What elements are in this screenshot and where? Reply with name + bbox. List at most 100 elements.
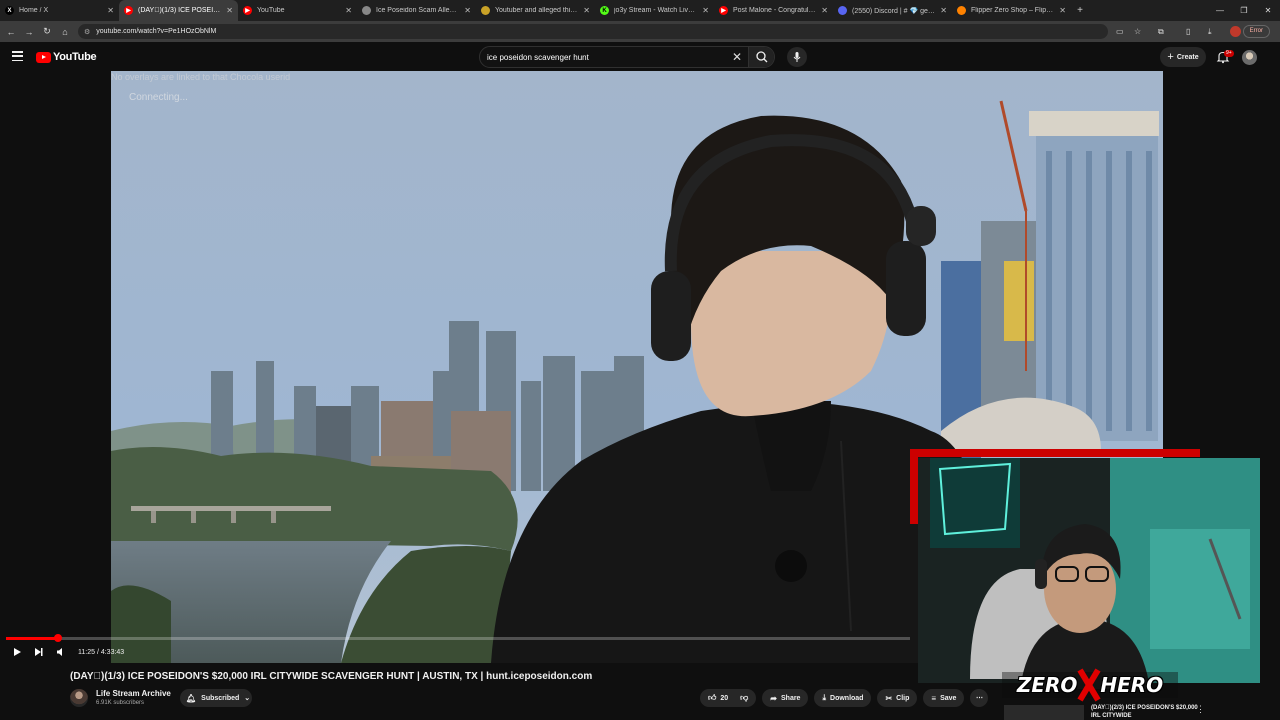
suggested-more-icon[interactable]: ⋮: [1196, 704, 1205, 715]
tab-title: Youtuber and alleged thief pul: [495, 7, 580, 14]
notification-count-badge: 9+: [1224, 50, 1234, 57]
reload-icon[interactable]: ↻: [38, 26, 56, 37]
browser-tab[interactable]: Youtuber and alleged thief pul ✕: [476, 0, 595, 21]
search-icon: [756, 51, 768, 63]
close-tab-icon[interactable]: ✕: [345, 6, 352, 15]
browser-tab[interactable]: K jo3y Stream - Watch Live on Ki ✕: [595, 0, 714, 21]
subscribed-button[interactable]: 🔔︎ Subscribed ⌄: [180, 689, 252, 707]
browser-tab[interactable]: Ice Poseidon Scam Allegations ✕: [357, 0, 476, 21]
youtube-icon: ▶: [719, 6, 728, 15]
close-tab-icon[interactable]: ✕: [821, 6, 828, 15]
extensions-icon[interactable]: ⧉: [1158, 21, 1164, 42]
site-info-icon[interactable]: ⚙: [84, 28, 90, 36]
side-panel-icon[interactable]: ▯: [1186, 21, 1190, 42]
downloads-icon[interactable]: ⤓: [1208, 21, 1212, 42]
more-icon: ⋯: [975, 695, 983, 702]
account-avatar[interactable]: [1242, 50, 1257, 65]
close-tab-icon[interactable]: ✕: [1059, 6, 1066, 15]
create-button[interactable]: + Create: [1160, 47, 1206, 67]
volume-icon: [57, 648, 62, 656]
browser-tab[interactable]: X Home / X ✕: [0, 0, 119, 21]
microphone-icon: [793, 52, 801, 62]
subscribed-label: Subscribed: [201, 694, 240, 702]
forward-icon[interactable]: →: [20, 27, 38, 37]
discord-icon: [838, 6, 847, 15]
scissors-icon: ✂: [885, 693, 893, 703]
zero-hero-logo-text: ZERO HERO: [1016, 673, 1164, 697]
play-button[interactable]: [6, 643, 28, 661]
tab-title: (2550) Discord | # 💎 general |: [852, 7, 936, 15]
search-input[interactable]: ice poseidon scavenger hunt: [487, 53, 589, 62]
share-label: Share: [781, 694, 801, 702]
overlay-status-text: No overlays are linked to that Chocola u…: [111, 72, 291, 82]
browser-tab[interactable]: (2550) Discord | # 💎 general | ✕: [833, 0, 952, 21]
channel-avatar[interactable]: [70, 689, 88, 707]
browser-tab[interactable]: Flipper Zero Shop – Flipper Sh ✕: [952, 0, 1071, 21]
youtube-play-icon: [36, 51, 51, 63]
clear-search-icon[interactable]: ✕: [732, 51, 742, 63]
youtube-masthead: YouTube ice poseidon scavenger hunt ✕ + …: [0, 42, 1280, 72]
cast-icon[interactable]: ▭: [1116, 21, 1124, 42]
back-icon[interactable]: ←: [2, 27, 20, 37]
restore-icon[interactable]: ❐: [1232, 0, 1256, 21]
volume-button[interactable]: [50, 643, 72, 661]
subscriber-count: 6.91K subscribers: [96, 700, 145, 706]
search-box[interactable]: ice poseidon scavenger hunt ✕: [479, 46, 775, 68]
home-icon[interactable]: ⌂: [56, 27, 74, 37]
seek-bar-played: [6, 637, 59, 640]
minimize-icon[interactable]: —: [1208, 0, 1232, 21]
webcam-overlay: ZERO HERO: [910, 449, 1280, 720]
seek-handle[interactable]: [54, 634, 63, 642]
browser-toolbar: ← → ↻ ⌂ ⚙ youtube.com/watch?v=Pe1HOzObNl…: [0, 21, 1280, 42]
youtube-icon: ▶: [124, 6, 133, 15]
next-button[interactable]: [28, 643, 50, 661]
channel-name[interactable]: Life Stream Archive: [96, 689, 171, 698]
download-label: Download: [830, 694, 864, 702]
globe-icon: [362, 6, 371, 15]
browser-tab-strip: X Home / X ✕ ▶ (DAY⃣)(1/3) ICE POSEIDON'…: [0, 0, 1280, 21]
new-tab-button[interactable]: +: [1071, 5, 1089, 16]
more-actions-button[interactable]: ⋯: [970, 689, 989, 707]
download-icon: ⤓: [822, 693, 827, 702]
clip-button[interactable]: ✂ Clip: [877, 689, 918, 707]
browser-tab[interactable]: ▶ Post Malone - Congratulation ✕: [714, 0, 833, 21]
screen: X Home / X ✕ ▶ (DAY⃣)(1/3) ICE POSEIDON'…: [0, 0, 1280, 720]
close-tab-icon[interactable]: ✕: [583, 6, 590, 15]
dislike-icon[interactable]: 👎︎: [740, 693, 748, 703]
browser-tab-active[interactable]: ▶ (DAY⃣)(1/3) ICE POSEIDON'S $ ✕: [119, 0, 238, 21]
bookmark-star-icon[interactable]: ☆: [1134, 21, 1141, 42]
url-text: youtube.com/watch?v=Pe1HOzObNlM: [96, 28, 217, 35]
flipper-icon: [957, 6, 966, 15]
close-window-icon[interactable]: ✕: [1256, 0, 1280, 21]
browser-tab[interactable]: ▶ YouTube ✕: [238, 0, 357, 21]
bell-icon: 🔔︎: [186, 693, 197, 703]
suggested-video-thumbnail[interactable]: [1004, 705, 1084, 720]
voice-search-button[interactable]: [787, 47, 807, 67]
x-logo-icon: X: [5, 6, 14, 15]
youtube-logo[interactable]: YouTube: [36, 51, 97, 63]
clip-label: Clip: [896, 694, 910, 702]
menu-icon[interactable]: [12, 51, 23, 62]
save-button[interactable]: ≡ Save: [923, 689, 965, 707]
share-button[interactable]: ➦ Share: [762, 689, 809, 707]
search-button[interactable]: [748, 47, 774, 67]
news-icon: [481, 6, 490, 15]
save-label: Save: [940, 694, 957, 702]
kick-icon: K: [600, 6, 609, 15]
suggested-video-title[interactable]: (DAY⃣)(2/3) ICE POSEIDON'S $20,000 IRL C…: [1091, 704, 1201, 720]
seek-bar[interactable]: [6, 634, 910, 642]
close-tab-icon[interactable]: ✕: [702, 6, 709, 15]
download-button[interactable]: ⤓ Download: [814, 689, 872, 707]
video-title: (DAY⃣)(1/3) ICE POSEIDON'S $20,000 IRL C…: [70, 671, 593, 682]
close-tab-icon[interactable]: ✕: [226, 6, 233, 15]
like-button[interactable]: 👍︎ 20 👎︎: [700, 689, 757, 707]
close-tab-icon[interactable]: ✕: [107, 6, 114, 15]
address-bar[interactable]: ⚙ youtube.com/watch?v=Pe1HOzObNlM: [78, 24, 1108, 39]
tab-title: YouTube: [257, 7, 285, 14]
profile-avatar[interactable]: [1230, 21, 1241, 42]
tab-title: Post Malone - Congratulation: [733, 7, 818, 14]
close-tab-icon[interactable]: ✕: [464, 6, 471, 15]
error-pill[interactable]: Error: [1242, 25, 1270, 38]
zero-hero-logo: ZERO HERO: [1002, 668, 1178, 702]
close-tab-icon[interactable]: ✕: [940, 6, 947, 15]
